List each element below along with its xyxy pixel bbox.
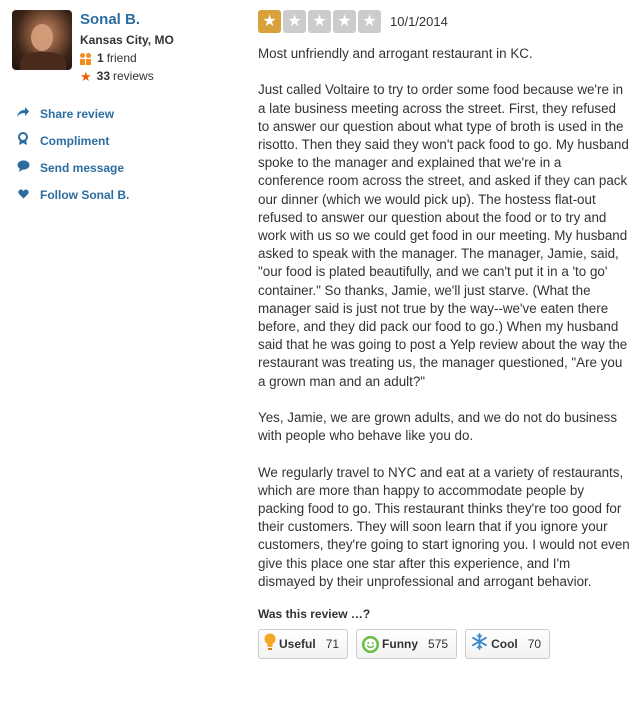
cool-label: Cool (491, 637, 518, 652)
follow-user-label: Follow Sonal B. (40, 187, 130, 202)
review-paragraph: We regularly travel to NYC and eat at a … (258, 464, 630, 589)
review-actions: Share review Compliment Send message Fol… (12, 100, 242, 208)
reviews-star-icon: ★ (80, 68, 92, 84)
heart-icon (14, 187, 32, 202)
star-rating: ★ ★ ★ ★ ★ (258, 10, 383, 33)
user-location: Kansas City, MO (80, 33, 174, 47)
review-content: ★ ★ ★ ★ ★ 10/1/2014 Most unfriendly and arro… (258, 10, 630, 660)
review-paragraph: Just called Voltaire to try to order som… (258, 82, 629, 389)
speech-bubble-icon (14, 160, 32, 175)
share-review-label: Share review (40, 106, 115, 121)
review-paragraph: Most unfriendly and arrogant restaurant … (258, 46, 533, 61)
funny-label: Funny (382, 637, 419, 652)
review-count: ★ 33 reviews (80, 69, 174, 84)
compliment-label: Compliment (40, 133, 110, 148)
review-date: 10/1/2014 (390, 14, 448, 29)
star-filled-icon: ★ (258, 10, 281, 33)
send-message-label: Send message (40, 160, 125, 175)
review-header: ★ ★ ★ ★ ★ 10/1/2014 (258, 10, 630, 33)
friend-count-label: friend (106, 51, 137, 65)
star-empty-icon: ★ (333, 10, 356, 33)
share-review-link[interactable]: Share review (12, 100, 242, 127)
star-empty-icon: ★ (283, 10, 306, 33)
avatar[interactable] (12, 10, 72, 70)
compliment-link[interactable]: Compliment (12, 127, 242, 154)
feedback-question: Was this review …? (258, 607, 371, 622)
user-name-link[interactable]: Sonal B. (80, 11, 174, 29)
follow-user-link[interactable]: Follow Sonal B. (12, 181, 242, 208)
useful-label: Useful (279, 637, 316, 652)
vote-buttons: Useful 71 Funny 575 Cool 70 (258, 629, 630, 660)
star-empty-icon: ★ (308, 10, 331, 33)
review-count-label: reviews (113, 69, 154, 83)
funny-button[interactable]: Funny 575 (356, 629, 458, 660)
review-count-number: 33 (96, 69, 111, 83)
useful-button[interactable]: Useful 71 (258, 629, 349, 660)
send-message-link[interactable]: Send message (12, 154, 242, 181)
friends-icon (80, 52, 92, 65)
smiley-icon (362, 635, 380, 653)
share-arrow-icon (14, 106, 32, 121)
user-profile: Sonal B. Kansas City, MO 1 friend ★ 33 r… (12, 10, 242, 84)
review-text: Most unfriendly and arrogant restaurant … (258, 45, 630, 591)
useful-count: 71 (325, 637, 340, 652)
cool-count: 70 (527, 637, 542, 652)
user-info: Sonal B. Kansas City, MO 1 friend ★ 33 r… (80, 10, 174, 84)
ribbon-icon (14, 132, 32, 149)
funny-count: 575 (428, 637, 449, 652)
star-empty-icon: ★ (358, 10, 381, 33)
lightbulb-icon (264, 633, 276, 656)
friend-count: 1 friend (80, 51, 174, 66)
review-paragraph: Yes, Jamie, we are grown adults, and we … (258, 410, 618, 444)
snowflake-icon (471, 633, 488, 655)
friend-count-number: 1 (97, 51, 104, 65)
reviewer-sidebar: Sonal B. Kansas City, MO 1 friend ★ 33 r… (12, 10, 242, 208)
cool-button[interactable]: Cool 70 (465, 629, 551, 660)
